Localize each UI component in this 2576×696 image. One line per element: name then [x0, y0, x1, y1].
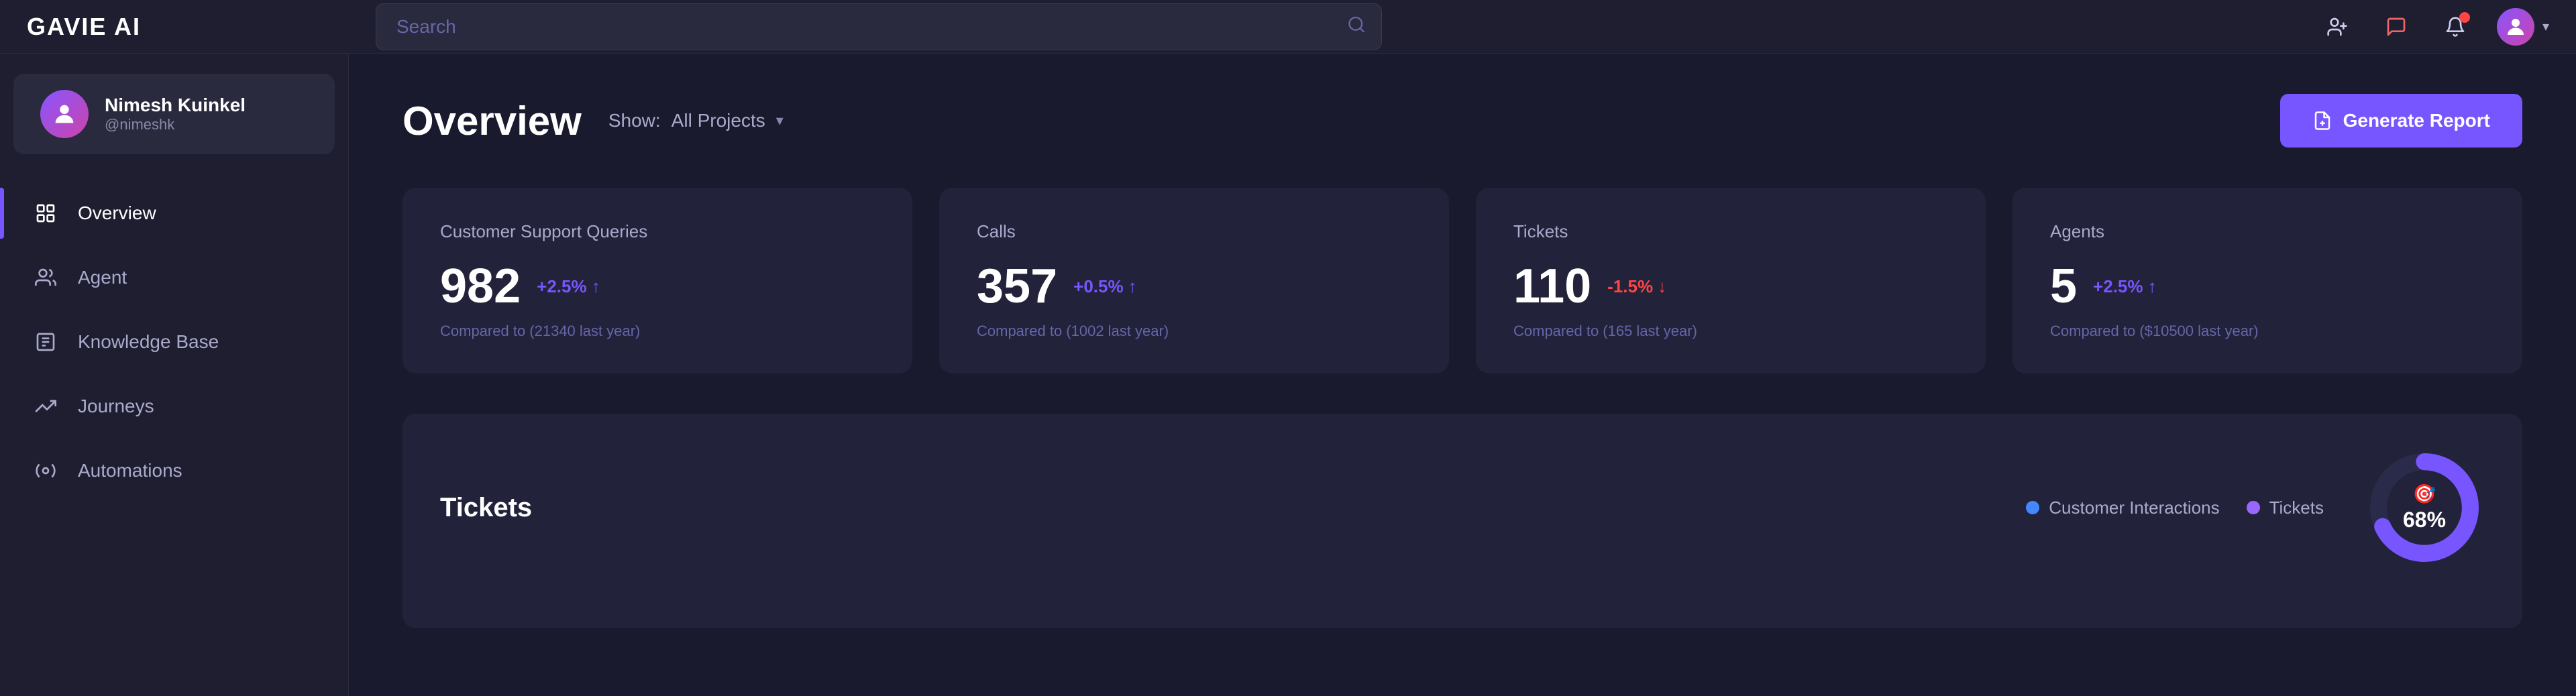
active-indicator [0, 188, 4, 239]
stat-value-csq: 982 [440, 262, 521, 310]
stat-value-calls: 357 [977, 262, 1057, 310]
tickets-section-header: Tickets Customer Interactions Tickets [440, 447, 2485, 568]
stat-card-agents: Agents 5 +2.5% ↑ Compared to ($10500 las… [2012, 188, 2522, 373]
user-handle: @nimeshk [105, 116, 246, 133]
sidebar-avatar [40, 90, 89, 138]
legend-label-tickets: Tickets [2269, 498, 2324, 518]
sidebar-item-automations[interactable]: Automations [0, 439, 348, 503]
tickets-section: Tickets Customer Interactions Tickets [402, 414, 2522, 628]
legend: Customer Interactions Tickets [2026, 498, 2324, 518]
stat-value-agents: 5 [2050, 262, 2077, 310]
search-icon [1347, 15, 1366, 38]
page-title-group: Overview Show: All Projects ▾ [402, 98, 784, 144]
overview-icon [32, 200, 59, 227]
sidebar-item-label-overview: Overview [78, 202, 156, 224]
donut-chart: 🎯 68% [2364, 447, 2485, 568]
sidebar-item-label-knowledge-base: Knowledge Base [78, 331, 219, 353]
add-user-icon[interactable] [2320, 9, 2355, 44]
automations-icon [32, 457, 59, 484]
stat-value-row-csq: 982 +2.5% ↑ [440, 262, 875, 310]
main-content: Overview Show: All Projects ▾ Generate R… [349, 54, 2576, 696]
search-container [376, 3, 1382, 50]
show-filter[interactable]: Show: All Projects ▾ [608, 110, 784, 131]
tickets-section-title: Tickets [440, 493, 532, 523]
app-logo: GAVIE AI [27, 13, 376, 41]
header-actions: ▾ [2320, 8, 2549, 46]
filter-chevron-icon: ▾ [776, 112, 784, 129]
sidebar-item-knowledge-base[interactable]: Knowledge Base [0, 310, 348, 374]
stat-label-calls: Calls [977, 221, 1411, 242]
legend-dot-customer-interactions [2026, 501, 2039, 514]
stat-label-agents: Agents [2050, 221, 2485, 242]
stat-change-tickets: -1.5% ↓ [1607, 276, 1666, 297]
stat-value-row-tickets: 110 -1.5% ↓ [1513, 262, 1948, 310]
knowledge-base-icon [32, 329, 59, 355]
stat-card-customer-support-queries: Customer Support Queries 982 +2.5% ↑ Com… [402, 188, 912, 373]
stat-compare-calls: Compared to (1002 last year) [977, 323, 1411, 340]
sidebar-item-label-automations: Automations [78, 460, 182, 481]
chat-icon[interactable] [2379, 9, 2414, 44]
search-input[interactable] [376, 3, 1382, 50]
donut-target-icon: 🎯 [2403, 483, 2446, 505]
sidebar-item-agent[interactable]: Agent [0, 245, 348, 310]
sidebar-item-journeys[interactable]: Journeys [0, 374, 348, 439]
sidebar-nav: Overview Agent [0, 181, 348, 503]
generate-report-button[interactable]: Generate Report [2280, 94, 2522, 148]
stat-value-row-agents: 5 +2.5% ↑ [2050, 262, 2485, 310]
notification-badge [2459, 12, 2470, 23]
stat-change-csq: +2.5% ↑ [537, 276, 600, 297]
show-value: All Projects [672, 110, 765, 131]
journeys-icon [32, 393, 59, 420]
user-info: Nimesh Kuinkel @nimeshk [105, 95, 246, 133]
donut-center: 🎯 68% [2403, 483, 2446, 532]
legend-dot-tickets [2247, 501, 2260, 514]
stats-grid: Customer Support Queries 982 +2.5% ↑ Com… [402, 188, 2522, 373]
stat-label-csq: Customer Support Queries [440, 221, 875, 242]
stat-change-agents: +2.5% ↑ [2093, 276, 2157, 297]
stat-value-row-calls: 357 +0.5% ↑ [977, 262, 1411, 310]
agent-icon [32, 264, 59, 291]
user-profile[interactable]: Nimesh Kuinkel @nimeshk [13, 74, 335, 154]
user-name: Nimesh Kuinkel [105, 95, 246, 116]
legend-label-customer-interactions: Customer Interactions [2049, 498, 2219, 518]
sidebar-item-label-agent: Agent [78, 267, 127, 288]
generate-report-label: Generate Report [2343, 110, 2490, 131]
chevron-down-icon: ▾ [2542, 18, 2549, 35]
show-label: Show: [608, 110, 661, 131]
user-avatar-header[interactable]: ▾ [2497, 8, 2549, 46]
page-title: Overview [402, 98, 582, 144]
stat-change-calls: +0.5% ↑ [1073, 276, 1137, 297]
sidebar: Nimesh Kuinkel @nimeshk Overview [0, 54, 349, 696]
content-header: Overview Show: All Projects ▾ Generate R… [402, 94, 2522, 148]
stat-card-calls: Calls 357 +0.5% ↑ Compared to (1002 last… [939, 188, 1449, 373]
stat-compare-agents: Compared to ($10500 last year) [2050, 323, 2485, 340]
stat-compare-csq: Compared to (21340 last year) [440, 323, 875, 340]
notification-bell-icon[interactable] [2438, 9, 2473, 44]
stat-card-tickets: Tickets 110 -1.5% ↓ Compared to (165 las… [1476, 188, 1986, 373]
legend-item-tickets: Tickets [2247, 498, 2324, 518]
sidebar-item-overview[interactable]: Overview [0, 181, 348, 245]
stat-compare-tickets: Compared to (165 last year) [1513, 323, 1948, 340]
stat-label-tickets: Tickets [1513, 221, 1948, 242]
sidebar-item-label-journeys: Journeys [78, 396, 154, 417]
main-layout: Nimesh Kuinkel @nimeshk Overview [0, 54, 2576, 696]
avatar [2497, 8, 2534, 46]
stat-value-tickets: 110 [1513, 262, 1591, 310]
top-header: GAVIE AI [0, 0, 2576, 54]
donut-percentage: 68% [2403, 508, 2446, 532]
legend-item-customer-interactions: Customer Interactions [2026, 498, 2219, 518]
